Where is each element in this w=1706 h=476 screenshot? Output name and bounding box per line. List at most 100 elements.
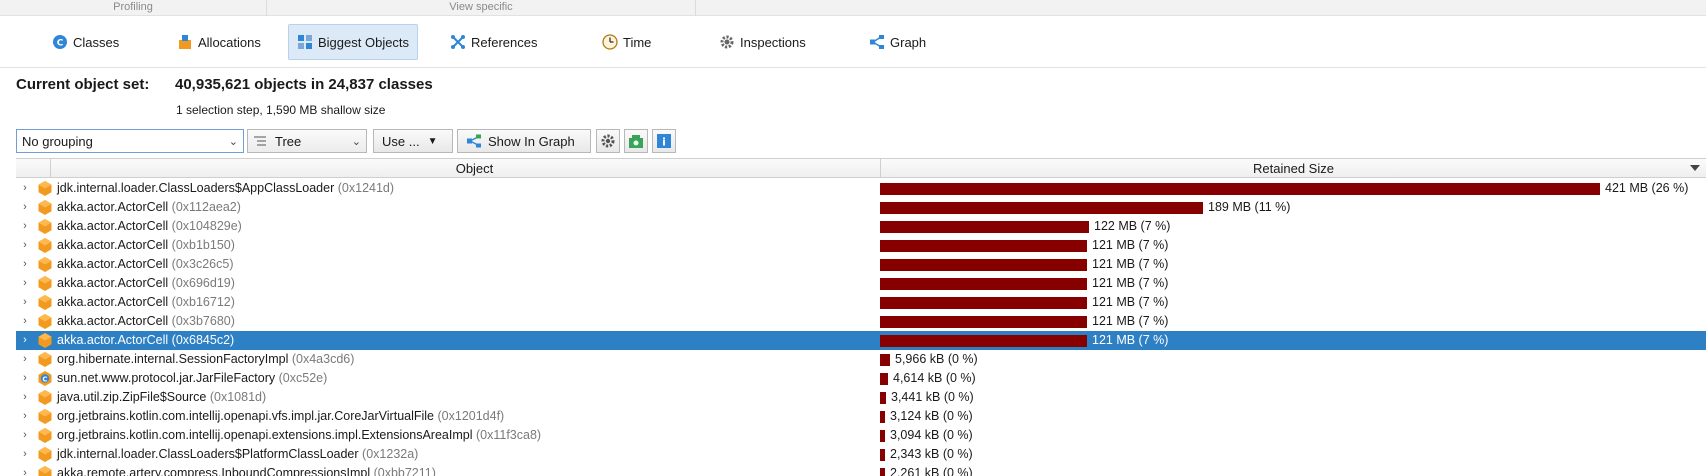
column-header-object[interactable]: Object <box>52 159 897 178</box>
view-mode-value: Tree <box>275 133 302 149</box>
expand-arrow-icon[interactable]: › <box>19 201 31 213</box>
object-name: akka.actor.ActorCell (0x112aea2) <box>57 200 241 214</box>
retained-size-value: 121 MB (7 %) <box>1092 238 1169 252</box>
retained-size-value: 121 MB (7 %) <box>1092 257 1169 271</box>
object-class: org.hibernate.internal.SessionFactoryImp… <box>57 352 289 366</box>
snapshot-icon <box>629 135 643 148</box>
settings-button[interactable] <box>596 129 620 153</box>
chevron-down-icon: ⌄ <box>228 136 238 148</box>
settings-icon <box>601 134 615 148</box>
table-row[interactable]: › Csun.net.www.protocol.jar.JarFileFactor… <box>16 369 1706 388</box>
table-row[interactable]: › akka.actor.ActorCell (0xb16712) 121 MB (… <box>16 293 1706 312</box>
tab-classes[interactable]: C Classes <box>43 24 128 60</box>
object-address: (0xb1b150) <box>171 238 235 252</box>
show-in-graph-label: Show In Graph <box>488 133 575 149</box>
table-row[interactable]: › akka.actor.ActorCell (0x3c26c5) 121 MB (… <box>16 255 1706 274</box>
expand-arrow-icon[interactable]: › <box>19 334 31 346</box>
retained-size-value: 2,343 kB (0 %) <box>890 447 973 461</box>
table-header: Object Retained Size <box>16 159 1706 178</box>
object-set-detail: 1 selection step, 1,590 MB shallow size <box>176 103 386 117</box>
expand-arrow-icon[interactable]: › <box>19 277 31 289</box>
tab-references[interactable]: References <box>441 24 546 60</box>
expand-arrow-icon[interactable]: › <box>19 258 31 270</box>
object-icon <box>38 409 52 424</box>
object-address: (0x11f3ca8) <box>475 428 542 442</box>
retained-size-value: 121 MB (7 %) <box>1092 276 1169 290</box>
biggest-objects-table: Object Retained Size › jdk.internal.loade… <box>16 158 1706 476</box>
retained-size-value: 421 MB (26 %) <box>1605 181 1689 195</box>
inspections-icon <box>719 34 735 50</box>
object-name: akka.actor.ActorCell (0x104829e) <box>57 219 242 233</box>
object-address: (0xbb7211) <box>373 466 436 476</box>
tab-biggest-objects[interactable]: Biggest Objects <box>288 24 419 60</box>
expand-arrow-icon[interactable]: › <box>19 391 31 403</box>
table-row[interactable]: › akka.actor.ActorCell (0x112aea2) 189 MB … <box>16 198 1706 217</box>
expand-arrow-icon[interactable]: › <box>19 182 31 194</box>
table-row[interactable]: › org.jetbrains.kotlin.com.intellij.opena… <box>16 407 1706 426</box>
table-row[interactable]: › jdk.internal.loader.ClassLoaders$AppCla… <box>16 179 1706 198</box>
expand-arrow-icon[interactable]: › <box>19 220 31 232</box>
object-class: org.jetbrains.kotlin.com.intellij.openap… <box>57 409 435 423</box>
column-header-retained-size[interactable]: Retained Size <box>881 159 1706 178</box>
table-row[interactable]: › org.hibernate.internal.SessionFactoryIm… <box>16 350 1706 369</box>
expand-arrow-icon[interactable]: › <box>19 296 31 308</box>
grouping-dropdown[interactable]: No grouping ⌄ <box>16 129 244 153</box>
object-class: jdk.internal.loader.ClassLoaders$AppClas… <box>57 181 335 195</box>
object-address: (0x1081d) <box>209 390 267 404</box>
tab-label: Inspections <box>740 34 806 50</box>
grouping-value: No grouping <box>22 133 93 149</box>
view-mode-dropdown[interactable]: Tree ⌄ <box>247 129 367 153</box>
expand-arrow-icon[interactable]: › <box>19 372 31 384</box>
tab-inspections[interactable]: Inspections <box>710 24 815 60</box>
object-address: (0x1232a) <box>362 447 419 461</box>
expand-arrow-icon[interactable]: › <box>19 410 31 422</box>
object-icon <box>38 428 52 443</box>
table-row[interactable]: › akka.actor.ActorCell (0x696d19) 121 MB (… <box>16 274 1706 293</box>
object-class: akka.actor.ActorCell <box>57 238 169 252</box>
tab-allocations[interactable]: Allocations <box>168 24 270 60</box>
table-row[interactable]: › akka.actor.ActorCell (0x3b7680) 121 MB (… <box>16 312 1706 331</box>
expand-arrow-icon[interactable]: › <box>19 448 31 460</box>
object-icon <box>38 257 52 272</box>
retained-size-bar <box>880 221 1089 233</box>
table-row[interactable]: › org.jetbrains.kotlin.com.intellij.opena… <box>16 426 1706 445</box>
object-set-value: 40,935,621 objects in 24,837 classes <box>175 76 433 93</box>
sort-descending-icon <box>1690 165 1700 171</box>
object-address: (0xc52e) <box>278 371 328 385</box>
show-in-graph-button[interactable]: Show In Graph <box>457 129 591 153</box>
tab-graph[interactable]: Graph <box>860 24 935 60</box>
expand-arrow-icon[interactable]: › <box>19 467 31 476</box>
object-class: akka.actor.ActorCell <box>57 219 169 233</box>
class-object-icon: C <box>38 371 52 386</box>
expand-arrow-icon[interactable]: › <box>19 429 31 441</box>
object-icon <box>38 181 52 196</box>
table-row[interactable]: › jdk.internal.loader.ClassLoaders$Platfo… <box>16 445 1706 464</box>
table-row[interactable]: › java.util.zip.ZipFile$Source (0x1081d) 3… <box>16 388 1706 407</box>
table-row[interactable]: › akka.actor.ActorCell (0x6845c2) 121 MB (… <box>16 331 1706 350</box>
retained-size-bar <box>880 373 888 385</box>
object-address: (0xb16712) <box>171 295 235 309</box>
info-button[interactable]: i <box>652 129 676 153</box>
table-row[interactable]: › akka.remote.artery.compress.InboundComp… <box>16 464 1706 476</box>
svg-text:C: C <box>42 375 47 383</box>
svg-text:C: C <box>57 39 64 49</box>
expand-arrow-icon[interactable]: › <box>19 315 31 327</box>
tab-label: Biggest Objects <box>318 34 410 50</box>
tab-time[interactable]: Time <box>593 24 660 60</box>
table-row[interactable]: › akka.actor.ActorCell (0x104829e) 122 MB … <box>16 217 1706 236</box>
object-class: akka.actor.ActorCell <box>57 314 169 328</box>
object-address: (0x112aea2) <box>171 200 241 214</box>
expand-arrow-icon[interactable]: › <box>19 353 31 365</box>
retained-size-bar <box>880 335 1087 347</box>
graph-icon <box>869 34 885 50</box>
expand-arrow-icon[interactable]: › <box>19 239 31 251</box>
use-menu-button[interactable]: Use ... ▼ <box>373 129 453 153</box>
tab-label: Classes <box>73 34 120 50</box>
retained-size-bar <box>880 411 885 423</box>
object-name: jdk.internal.loader.ClassLoaders$Platfor… <box>57 447 418 461</box>
snapshot-button[interactable] <box>624 129 648 153</box>
object-class: akka.actor.ActorCell <box>57 276 169 290</box>
table-row[interactable]: › akka.actor.ActorCell (0xb1b150) 121 MB (… <box>16 236 1706 255</box>
object-class: org.jetbrains.kotlin.com.intellij.openap… <box>57 428 473 442</box>
retained-size-value: 121 MB (7 %) <box>1092 295 1169 309</box>
